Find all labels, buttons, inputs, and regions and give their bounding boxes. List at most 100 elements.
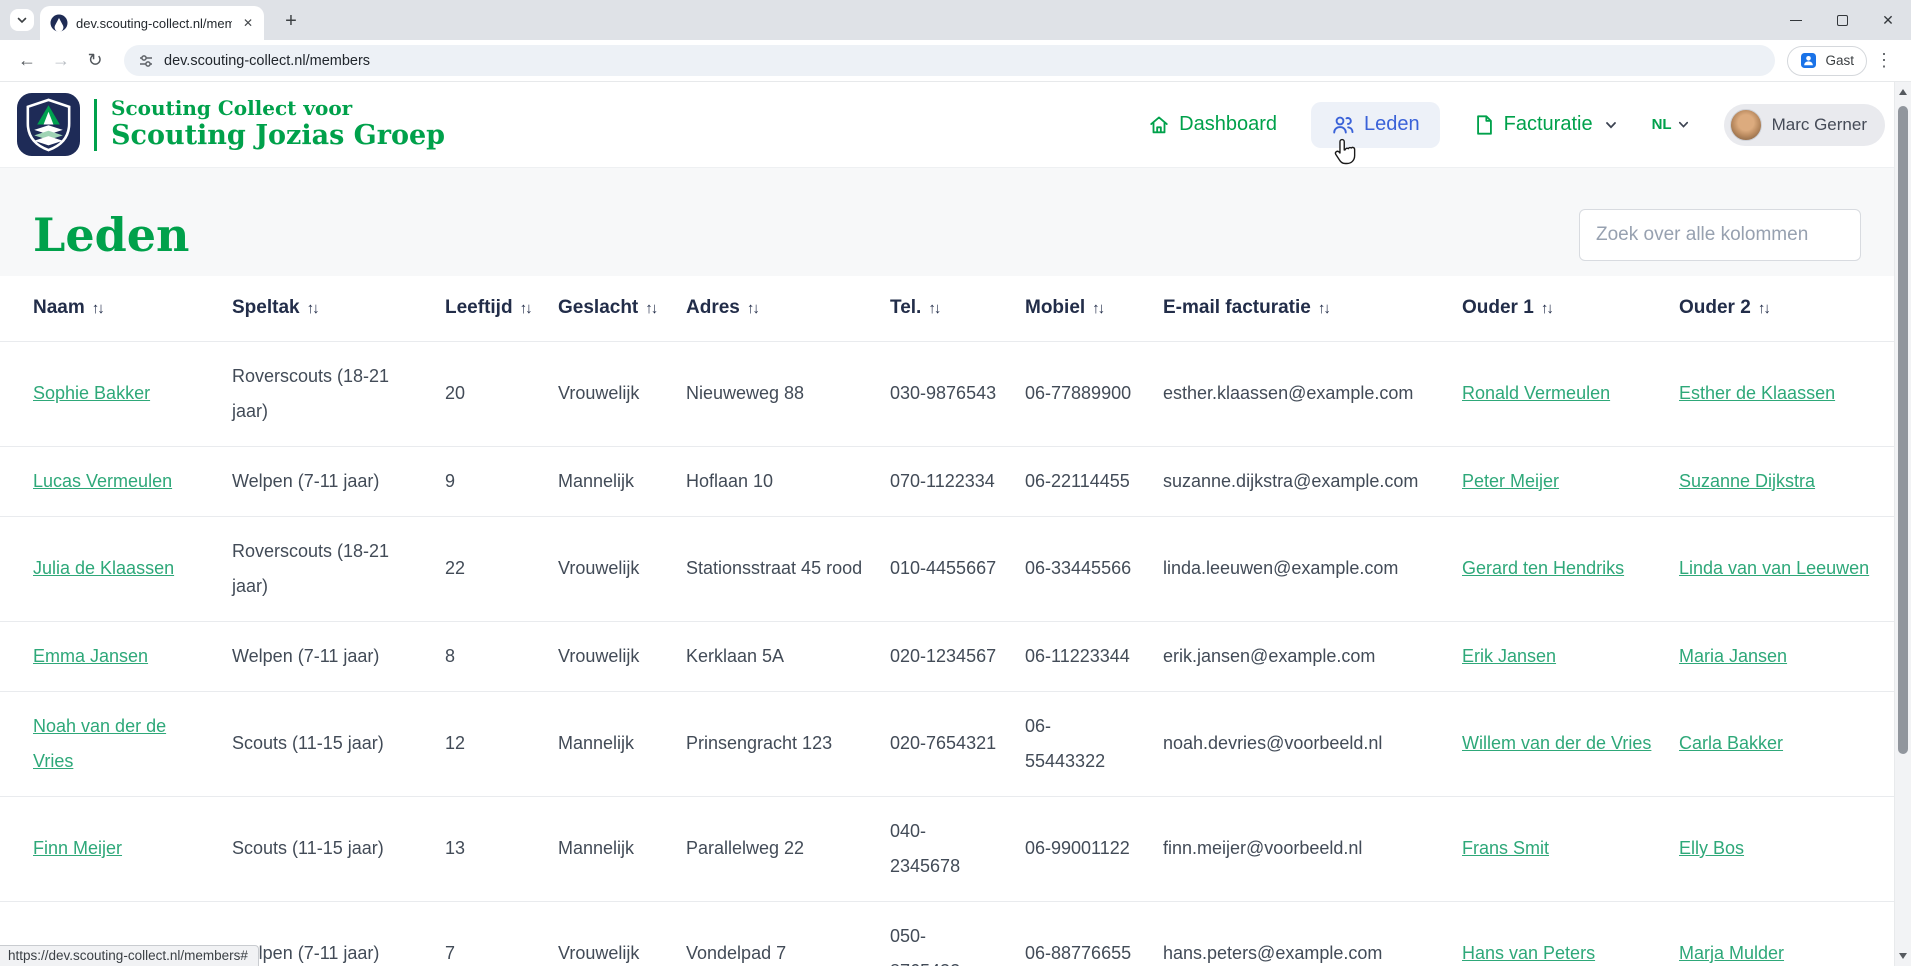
cell-text: 8	[445, 645, 456, 666]
brand-text: Scouting Collect voor Scouting Jozias Gr…	[111, 95, 445, 152]
cell-text: Mannelijk	[558, 733, 635, 753]
column-header-ouder-1[interactable]: Ouder 1 ↑↓	[1462, 276, 1679, 341]
brand-line1: Scouting Collect voor	[111, 95, 353, 120]
cell-text: Scouts (11-15 jaar)	[232, 838, 384, 858]
url-text[interactable]: dev.scouting-collect.nl/members	[164, 53, 370, 69]
scrollbar-thumb[interactable]	[1898, 106, 1908, 754]
nav-item-facturatie[interactable]: Facturatie	[1474, 113, 1618, 136]
cell-text: hans.peters@example.com	[1163, 943, 1383, 963]
parent-link[interactable]: Elly Bos	[1679, 838, 1744, 858]
user-name: Marc Gerner	[1771, 114, 1867, 134]
nav-item-leden[interactable]: Leden	[1311, 101, 1440, 148]
sort-icon[interactable]: ↑↓	[520, 300, 533, 317]
app-logo	[17, 93, 80, 156]
parent-link[interactable]: Esther de Klaassen	[1679, 383, 1835, 403]
column-header-e-mail-facturatie[interactable]: E-mail facturatie ↑↓	[1163, 276, 1462, 341]
parent-link[interactable]: Hans van Peters	[1462, 943, 1595, 963]
column-header-ouder-2[interactable]: Ouder 2 ↑↓	[1679, 276, 1894, 341]
parent-link[interactable]: Willem van der de Vries	[1462, 733, 1651, 753]
nav-label-dashboard: Dashboard	[1179, 113, 1278, 135]
sort-icon[interactable]: ↑↓	[928, 300, 941, 317]
reload-button[interactable]: ↻	[78, 44, 112, 78]
member-link[interactable]: Lucas Vermeulen	[33, 471, 172, 491]
parent-link[interactable]: Linda van van Leeuwen	[1679, 558, 1869, 578]
parent-link[interactable]: Carla Bakker	[1679, 733, 1783, 753]
sort-icon[interactable]: ↑↓	[1541, 300, 1554, 317]
browser-tab[interactable]: dev.scouting-collect.nl/members ✕	[40, 6, 264, 40]
column-header-leeftijd[interactable]: Leeftijd ↑↓	[445, 276, 558, 341]
parent-link[interactable]: Ronald Vermeulen	[1462, 383, 1610, 403]
cell-text: Kerklaan 5A	[686, 645, 785, 666]
table-row: Lieke DijkstraWelpen (7-11 jaar)7Vrouwel…	[0, 900, 1894, 966]
parent-link[interactable]: Suzanne Dijkstra	[1679, 471, 1815, 491]
column-label: Mobiel	[1025, 297, 1086, 319]
member-link[interactable]: Finn Meijer	[33, 838, 122, 858]
member-link[interactable]: Emma Jansen	[33, 646, 148, 666]
parent-link[interactable]: Frans Smit	[1462, 838, 1549, 858]
cell-text: Vrouwelijk	[558, 383, 640, 403]
column-header-tel[interactable]: Tel. ↑↓	[890, 276, 1025, 341]
back-button[interactable]: ←	[10, 44, 44, 78]
sort-icon[interactable]: ↑↓	[307, 300, 320, 317]
cell-text: erik.jansen@example.com	[1163, 645, 1376, 666]
parent-link[interactable]: Marja Mulder	[1679, 943, 1784, 963]
page-title: Leden	[33, 208, 190, 262]
nav-label-facturatie: Facturatie	[1503, 113, 1593, 135]
cell-text: 020-1234567	[890, 645, 997, 666]
nav-item-dashboard[interactable]: Dashboard	[1148, 113, 1277, 136]
parent-link[interactable]: Erik Jansen	[1462, 646, 1556, 666]
cell-text: 06-77889900	[1025, 383, 1132, 403]
url-bar[interactable]: dev.scouting-collect.nl/members	[124, 45, 1776, 76]
cell-text: Welpen (7-11 jaar)	[232, 470, 380, 491]
minimize-button[interactable]	[1773, 0, 1819, 40]
cell-text: Prinsengracht 123	[686, 733, 833, 753]
language-selector[interactable]: NL	[1652, 116, 1690, 133]
scroll-up-arrow-icon[interactable]	[1899, 89, 1907, 95]
column-header-geslacht[interactable]: Geslacht ↑↓	[558, 276, 686, 341]
parent-link[interactable]: Gerard ten Hendriks	[1462, 558, 1624, 578]
user-menu[interactable]: Marc Gerner	[1723, 103, 1885, 146]
cell-text: 13	[445, 838, 466, 858]
sort-icon[interactable]: ↑↓	[92, 300, 105, 317]
guest-profile-button[interactable]: Gast	[1787, 45, 1867, 76]
table-row: Finn Meijer Scouts (11-15 jaar) 13 Mannelij…	[0, 795, 1894, 901]
cell-text: esther.klaassen@example.com	[1163, 383, 1414, 403]
cell-text: 06-88776655	[1025, 943, 1132, 963]
app-header: Scouting Collect voor Scouting Jozias Gr…	[0, 82, 1911, 168]
search-input[interactable]	[1579, 209, 1861, 261]
cell-text: Mannelijk	[558, 470, 635, 491]
close-button[interactable]: ✕	[1865, 0, 1911, 40]
column-header-adres[interactable]: Adres ↑↓	[686, 276, 890, 341]
cell-text: 050- 8765432	[890, 925, 960, 966]
column-header-speltak[interactable]: Speltak ↑↓	[232, 276, 445, 341]
sort-icon[interactable]: ↑↓	[645, 300, 658, 317]
site-favicon	[50, 14, 68, 32]
member-link[interactable]: Julia de Klaassen	[33, 558, 174, 578]
parent-link[interactable]: Peter Meijer	[1462, 471, 1559, 491]
sort-icon[interactable]: ↑↓	[1758, 300, 1771, 317]
column-header-mobiel[interactable]: Mobiel ↑↓	[1025, 276, 1163, 341]
table-header-row: Naam ↑↓ Speltak ↑↓ Leeftijd ↑↓ Geslacht ↑↓ Adres…	[0, 276, 1894, 341]
nav-label-leden: Leden	[1364, 113, 1420, 135]
member-link[interactable]: Sophie Bakker	[33, 383, 150, 403]
sort-icon[interactable]: ↑↓	[747, 300, 760, 317]
member-link[interactable]: Noah van der de Vries	[33, 716, 166, 771]
page-scrollbar[interactable]	[1894, 82, 1911, 966]
parent-link[interactable]: Maria Jansen	[1679, 646, 1787, 666]
brand-divider	[94, 98, 97, 151]
column-header-naam[interactable]: Naam ↑↓	[0, 276, 232, 341]
sort-icon[interactable]: ↑↓	[1092, 300, 1105, 317]
scroll-down-arrow-icon[interactable]	[1899, 953, 1907, 959]
maximize-button[interactable]	[1819, 0, 1865, 40]
tab-search-button[interactable]	[10, 9, 34, 31]
cell-text: finn.meijer@voorbeeld.nl	[1163, 838, 1363, 858]
close-icon: ✕	[1882, 11, 1894, 28]
browser-menu-button[interactable]: ⋮	[1875, 50, 1893, 71]
new-tab-button[interactable]: +	[278, 8, 304, 34]
members-page: Leden Naam ↑↓ Speltak ↑↓ Leeftijd ↑↓ Geslacht ↑…	[0, 168, 1894, 966]
cell-text: 070-1122334	[890, 470, 995, 491]
cell-text: Nieuweweg 88	[686, 383, 805, 403]
cell-text: 06-99001122	[1025, 838, 1130, 858]
sort-icon[interactable]: ↑↓	[1318, 300, 1331, 317]
tab-close-icon[interactable]: ✕	[240, 16, 256, 30]
